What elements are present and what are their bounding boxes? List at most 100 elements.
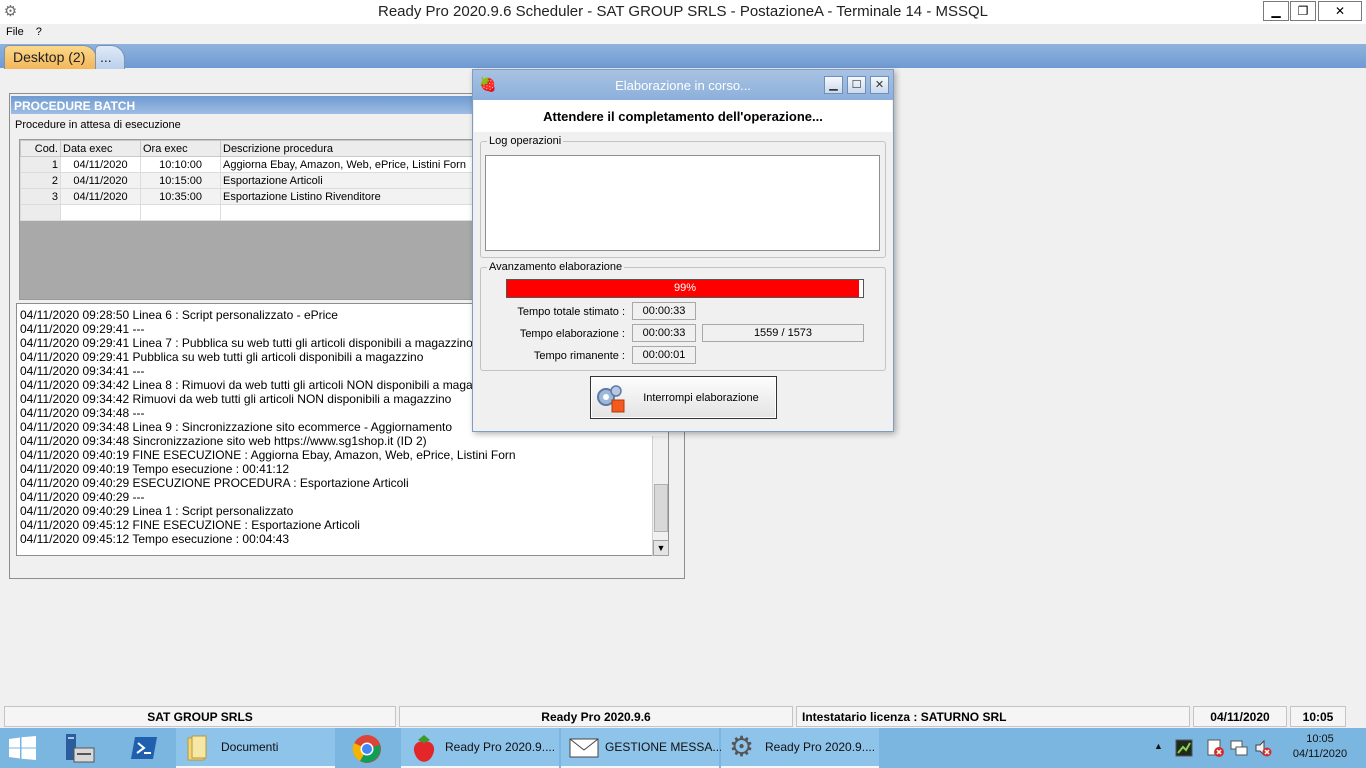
- window-title: Ready Pro 2020.9.6 Scheduler - SAT GROUP…: [377, 3, 988, 20]
- group-legend: Log operazioni: [487, 135, 564, 147]
- tempo-elaborazione-value: 00:00:33: [632, 324, 696, 342]
- tempo-rimanente-label: Tempo rimanente :: [533, 350, 625, 362]
- panel-subtitle: Procedure in attesa di esecuzione: [15, 119, 181, 131]
- dialog-close-button[interactable]: ✕: [870, 76, 889, 94]
- table-row[interactable]: 3 04/11/2020 10:35:00 Esportazione Listi…: [20, 188, 475, 205]
- cell-data: 04/11/2020: [60, 172, 141, 189]
- cell-ora: [140, 204, 221, 221]
- taskbar-clock[interactable]: 10:05 04/11/2020: [1284, 732, 1356, 762]
- operations-log-area[interactable]: [485, 155, 880, 251]
- tempo-elaborazione-label: Tempo elaborazione :: [519, 328, 625, 340]
- minimize-button[interactable]: ▁: [1263, 1, 1289, 21]
- progress-percent: 99%: [673, 282, 697, 294]
- table-row[interactable]: 2 04/11/2020 10:15:00 Esportazione Artic…: [20, 172, 475, 189]
- tab-more[interactable]: ...: [95, 45, 125, 69]
- menu-file[interactable]: File: [0, 24, 30, 38]
- status-date: 04/11/2020: [1193, 706, 1287, 727]
- taskbar: Documenti Ready Pro 2020.9.... GESTIONE …: [0, 728, 1366, 768]
- cell-ora: 10:15:00: [140, 172, 221, 189]
- avanzamento-group: Avanzamento elaborazione 99% Tempo total…: [480, 261, 886, 371]
- restore-button[interactable]: ❐: [1290, 1, 1316, 21]
- cell-data: 04/11/2020: [60, 188, 141, 205]
- tray-network-icon[interactable]: [1230, 739, 1248, 757]
- chevron-up-icon[interactable]: ▲: [1154, 741, 1163, 751]
- gears-stop-icon: [597, 385, 625, 413]
- status-license: Intestatario licenza : SATURNO SRL: [796, 706, 1190, 727]
- taskbar-label: Documenti: [221, 740, 279, 754]
- tab-band: [0, 44, 1366, 68]
- log-line: 04/11/2020 09:45:12 Tempo esecuzione : 0…: [20, 532, 290, 546]
- tempo-totale-label: Tempo totale stimato :: [517, 306, 625, 318]
- cell-cod: 3: [20, 188, 61, 205]
- items-counter: 1559 / 1573: [702, 324, 864, 342]
- cell-ora: 10:10:00: [140, 156, 221, 173]
- scrollbar-thumb[interactable]: [654, 484, 668, 532]
- col-data[interactable]: Data exec: [60, 140, 141, 157]
- taskbar-chrome[interactable]: [338, 728, 398, 768]
- strawberry-icon: [413, 735, 435, 762]
- mail-icon: [569, 738, 599, 758]
- cell-desc: Esportazione Articoli: [220, 172, 475, 189]
- wait-message: Attendere il completamento dell'operazio…: [474, 100, 892, 132]
- progress-dialog: 🍓 Elaborazione in corso... ▁ ☐ ✕ Attende…: [472, 69, 894, 432]
- tray-volume-icon[interactable]: [1254, 739, 1272, 757]
- windows-start-icon[interactable]: [8, 736, 38, 760]
- log-scrollbar[interactable]: ▼: [652, 436, 669, 556]
- log-operazioni-group: Log operazioni: [480, 135, 886, 258]
- gear-icon: ⚙: [729, 731, 755, 762]
- status-time: 10:05: [1290, 706, 1346, 727]
- col-cod[interactable]: Cod.: [20, 140, 61, 157]
- cell-data: 04/11/2020: [60, 156, 141, 173]
- dialog-title-bar: 🍓 Elaborazione in corso... ▁ ☐ ✕: [473, 70, 893, 100]
- tempo-rimanente-value: 00:00:01: [632, 346, 696, 364]
- title-bar: ⚙ Ready Pro 2020.9.6 Scheduler - SAT GRO…: [0, 0, 1366, 24]
- interrompi-label: Interrompi elaborazione: [643, 392, 759, 404]
- log-line: 04/11/2020 09:40:29 ---: [20, 490, 145, 504]
- taskbar-readypro-1[interactable]: Ready Pro 2020.9....: [401, 728, 559, 768]
- cell-cod: [20, 204, 61, 221]
- taskbar-documenti[interactable]: Documenti: [176, 728, 335, 768]
- tab-strip: Desktop (2) ...: [0, 42, 1366, 69]
- taskbar-label: Ready Pro 2020.9....: [765, 740, 876, 754]
- log-line: 04/11/2020 09:40:19 FINE ESECUZIONE : Ag…: [20, 448, 516, 462]
- cell-cod: 2: [20, 172, 61, 189]
- taskbar-label: Ready Pro 2020.9....: [445, 740, 556, 754]
- dialog-minimize-button[interactable]: ▁: [824, 76, 843, 94]
- log-line: 04/11/2020 09:45:12 FINE ESECUZIONE : Es…: [20, 518, 360, 532]
- table-row-empty[interactable]: [20, 204, 475, 221]
- server-manager-icon[interactable]: [62, 732, 96, 764]
- tempo-totale-value: 00:00:33: [632, 302, 696, 320]
- menu-bar: File?: [0, 24, 1366, 42]
- clock-time: 10:05: [1306, 733, 1334, 745]
- col-ora[interactable]: Ora exec: [140, 140, 221, 157]
- folder-icon: [187, 735, 207, 761]
- dialog-maximize-button[interactable]: ☐: [847, 76, 866, 94]
- cell-desc: Esportazione Listino Rivenditore: [220, 188, 475, 205]
- tray-security-icon[interactable]: [1206, 739, 1224, 757]
- group-legend: Avanzamento elaborazione: [487, 261, 625, 273]
- clock-date: 04/11/2020: [1292, 748, 1348, 760]
- log-line: 04/11/2020 09:34:48 Sincronizzazione sit…: [20, 434, 427, 448]
- tray-app-icon[interactable]: [1175, 739, 1193, 757]
- cell-data: [60, 204, 141, 221]
- interrompi-button[interactable]: Interrompi elaborazione: [590, 376, 777, 419]
- status-bar: SAT GROUP SRLS Ready Pro 2020.9.6 Intest…: [0, 704, 1366, 728]
- tab-desktop[interactable]: Desktop (2): [4, 45, 97, 69]
- status-company: SAT GROUP SRLS: [4, 706, 396, 727]
- status-version: Ready Pro 2020.9.6: [399, 706, 793, 727]
- cell-ora: 10:35:00: [140, 188, 221, 205]
- cell-cod: 1: [20, 156, 61, 173]
- col-desc[interactable]: Descrizione procedura: [220, 140, 475, 157]
- cell-desc: [220, 204, 475, 221]
- powershell-icon[interactable]: [130, 735, 158, 761]
- log-line: 04/11/2020 09:40:19 Tempo esecuzione : 0…: [20, 462, 290, 476]
- close-button[interactable]: ✕: [1318, 1, 1362, 21]
- menu-help[interactable]: ?: [30, 24, 48, 38]
- table-row[interactable]: 1 04/11/2020 10:10:00 Aggiorna Ebay, Ama…: [20, 156, 475, 173]
- scroll-down-icon[interactable]: ▼: [653, 540, 669, 556]
- cell-desc: Aggiorna Ebay, Amazon, Web, ePrice, List…: [220, 156, 475, 173]
- taskbar-readypro-2[interactable]: ⚙ Ready Pro 2020.9....: [721, 728, 879, 768]
- chrome-icon: [352, 735, 381, 763]
- taskbar-gestione[interactable]: GESTIONE MESSA...: [561, 728, 722, 768]
- log-line: 04/11/2020 09:40:29 ESECUZIONE PROCEDURA…: [20, 476, 409, 490]
